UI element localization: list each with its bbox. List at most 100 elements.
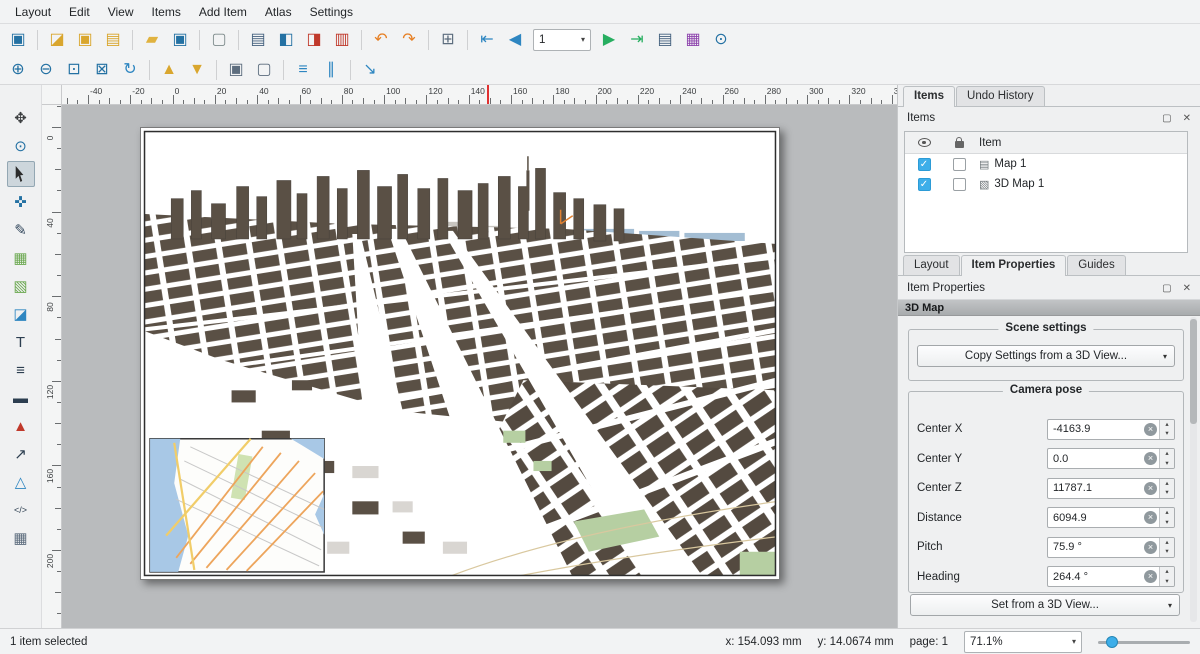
group-items-button[interactable]: ▣: [223, 57, 249, 83]
menu-settings[interactable]: Settings: [301, 2, 362, 22]
save-project-button[interactable]: ▣: [167, 27, 193, 53]
menu-view[interactable]: View: [99, 2, 143, 22]
tab-undo-history[interactable]: Undo History: [956, 86, 1044, 106]
atlas-last-button[interactable]: ⇥: [624, 27, 650, 53]
spin-buttons[interactable]: ▴▾: [1159, 538, 1174, 557]
lock-checkbox[interactable]: [943, 158, 975, 171]
properties-scrollbar[interactable]: [1190, 317, 1197, 622]
new-layout-button[interactable]: ◪: [44, 27, 70, 53]
spin-up-icon[interactable]: ▴: [1160, 420, 1174, 430]
export-pdf-button[interactable]: ▥: [329, 27, 355, 53]
spin-down-icon[interactable]: ▾: [1160, 577, 1174, 587]
add-attribute-table-button[interactable]: ▦: [7, 525, 35, 551]
add-node-item-button[interactable]: △: [7, 469, 35, 495]
spin-down-icon[interactable]: ▾: [1160, 429, 1174, 439]
spin-up-icon[interactable]: ▴: [1160, 449, 1174, 459]
atlas-prev-button[interactable]: ◀: [502, 27, 528, 53]
close-dock-icon[interactable]: ✕: [1183, 283, 1191, 294]
edit-nodes-tool-button[interactable]: ✎: [7, 217, 35, 243]
distribute-items-button[interactable]: ∥: [318, 57, 344, 83]
clear-field-icon[interactable]: ×: [1144, 482, 1157, 495]
add-pages-button[interactable]: ▢: [206, 27, 232, 53]
zoom-out-button[interactable]: ⊖: [33, 57, 59, 83]
add-legend-button[interactable]: ≡: [7, 357, 35, 383]
pitch-input[interactable]: 75.9 °×▴▾: [1047, 537, 1175, 558]
center-x-input[interactable]: -4163.9×▴▾: [1047, 419, 1175, 440]
raise-items-button[interactable]: ▲: [156, 57, 182, 83]
heading-input[interactable]: 264.4 °×▴▾: [1047, 566, 1175, 587]
item-row-map-1[interactable]: ✓▤Map 1: [905, 154, 1187, 174]
menu-add-item[interactable]: Add Item: [190, 2, 256, 22]
add-label-button[interactable]: T: [7, 329, 35, 355]
pan-tool-button[interactable]: ✥: [7, 105, 35, 131]
print-layout-button[interactable]: ▤: [245, 27, 271, 53]
add-html-button[interactable]: </>: [7, 497, 35, 523]
menu-atlas[interactable]: Atlas: [256, 2, 301, 22]
tab-guides[interactable]: Guides: [1067, 255, 1125, 275]
spin-buttons[interactable]: ▴▾: [1159, 479, 1174, 498]
layout-page-3d-map-item[interactable]: [140, 127, 780, 580]
clear-field-icon[interactable]: ×: [1144, 511, 1157, 524]
move-content-tool-button[interactable]: ✜: [7, 189, 35, 215]
zoom-full-button[interactable]: ⊠: [89, 57, 115, 83]
spin-down-icon[interactable]: ▾: [1160, 547, 1174, 557]
layout-canvas[interactable]: [62, 105, 897, 628]
spin-down-icon[interactable]: ▾: [1160, 518, 1174, 528]
redo-button[interactable]: ↷: [396, 27, 422, 53]
zoom-tool-button[interactable]: ⊙: [7, 133, 35, 159]
export-image-button[interactable]: ◧: [273, 27, 299, 53]
menu-layout[interactable]: Layout: [6, 2, 60, 22]
spin-buttons[interactable]: ▴▾: [1159, 508, 1174, 527]
spin-up-icon[interactable]: ▴: [1160, 479, 1174, 489]
zoom-combo[interactable]: 71.1% ▾: [964, 631, 1082, 653]
spin-up-icon[interactable]: ▴: [1160, 567, 1174, 577]
duplicate-layout-button[interactable]: ▣: [72, 27, 98, 53]
export-atlas-button[interactable]: ▦: [680, 27, 706, 53]
slider-handle[interactable]: [1106, 636, 1118, 648]
add-arrow-button[interactable]: ↗: [7, 441, 35, 467]
atlas-first-button[interactable]: ⇤: [474, 27, 500, 53]
scrollbar-thumb[interactable]: [1190, 319, 1197, 424]
item-row-3d-map-1[interactable]: ✓▧3D Map 1: [905, 174, 1187, 194]
spin-down-icon[interactable]: ▾: [1160, 488, 1174, 498]
ungroup-items-button[interactable]: ▢: [251, 57, 277, 83]
zoom-in-button[interactable]: ⊕: [5, 57, 31, 83]
spin-buttons[interactable]: ▴▾: [1159, 449, 1174, 468]
close-dock-icon[interactable]: ✕: [1183, 113, 1191, 124]
menu-items[interactable]: Items: [143, 2, 190, 22]
atlas-next-button[interactable]: ▶: [596, 27, 622, 53]
clear-field-icon[interactable]: ×: [1144, 423, 1157, 436]
layout-manager-button[interactable]: ▤: [100, 27, 126, 53]
zoom-slider[interactable]: [1098, 633, 1190, 651]
set-from-3d-view-button[interactable]: Set from a 3D View... ▾: [910, 594, 1180, 616]
atlas-settings-button[interactable]: ⊞: [435, 27, 461, 53]
atlas-zoom-button[interactable]: ⊙: [708, 27, 734, 53]
lock-checkbox[interactable]: [943, 178, 975, 191]
spin-down-icon[interactable]: ▾: [1160, 459, 1174, 469]
center-z-input[interactable]: 11787.1×▴▾: [1047, 478, 1175, 499]
save-layout-button[interactable]: ▣: [5, 27, 31, 53]
ruler-horizontal[interactable]: -40-200204060801001201401601802002202402…: [62, 85, 897, 105]
center-y-input[interactable]: 0.0×▴▾: [1047, 448, 1175, 469]
clear-field-icon[interactable]: ×: [1144, 570, 1157, 583]
spin-buttons[interactable]: ▴▾: [1159, 420, 1174, 439]
zoom-actual-button[interactable]: ⊡: [61, 57, 87, 83]
spin-up-icon[interactable]: ▴: [1160, 508, 1174, 518]
clear-field-icon[interactable]: ×: [1144, 541, 1157, 554]
resize-items-button[interactable]: ↘: [357, 57, 383, 83]
float-dock-icon[interactable]: ▢: [1162, 283, 1171, 294]
float-dock-icon[interactable]: ▢: [1162, 113, 1171, 124]
visibility-checkbox[interactable]: ✓: [905, 178, 943, 191]
open-layout-button[interactable]: ▰: [139, 27, 165, 53]
align-items-button[interactable]: ≡: [290, 57, 316, 83]
distance-input[interactable]: 6094.9×▴▾: [1047, 507, 1175, 528]
print-atlas-button[interactable]: ▤: [652, 27, 678, 53]
ruler-vertical[interactable]: 04080120160200: [42, 105, 62, 628]
atlas-page-combo[interactable]: 1▾: [533, 29, 591, 51]
add-scalebar-button[interactable]: ▬: [7, 385, 35, 411]
spin-buttons[interactable]: ▴▾: [1159, 567, 1174, 586]
tab-item-properties[interactable]: Item Properties: [961, 255, 1067, 276]
select-item-tool-button[interactable]: [7, 161, 35, 187]
lower-items-button[interactable]: ▼: [184, 57, 210, 83]
export-svg-button[interactable]: ◨: [301, 27, 327, 53]
